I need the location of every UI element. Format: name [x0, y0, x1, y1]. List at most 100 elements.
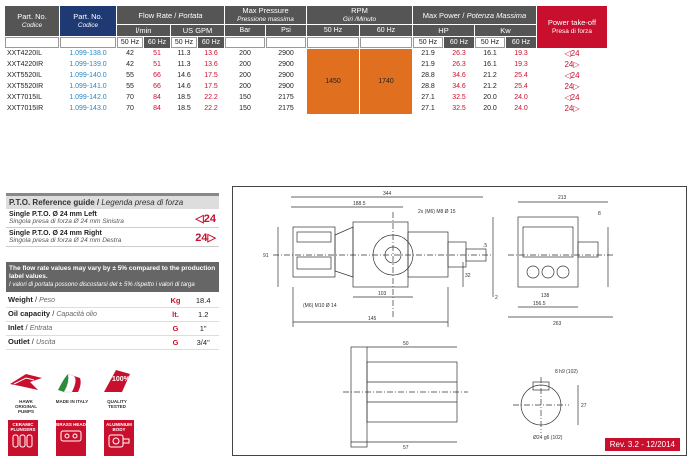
cell-hp60: 26.3 [452, 61, 466, 68]
dim-138: 138 [541, 293, 550, 299]
cell-g60: 22.2 [204, 105, 218, 112]
cell-part: 1.099-142.0 [69, 94, 107, 101]
part-no-2-header: Part. No. Codice [60, 6, 116, 36]
cell-bar: 200 [239, 50, 251, 57]
dim-32: 32 [465, 273, 471, 279]
cell-l60: 84 [153, 105, 161, 112]
cell-part: 1.099-141.0 [69, 83, 107, 90]
spec-table: Part. No. Codice Part. No. Codice Flow Rat… [4, 5, 608, 115]
dim-145: 145 [368, 316, 377, 322]
cell-bar: 200 [239, 83, 251, 90]
gpm-50hz: 50 Hz [171, 37, 197, 48]
cell-code: XXT4220IL [7, 50, 43, 57]
cell-kw50: 16.1 [483, 50, 497, 57]
pto-reference-guide: P.T.O. Reference guide / Legenda presa d… [6, 193, 219, 247]
cell-bar: 200 [239, 72, 251, 79]
cell-g50: 14.6 [177, 83, 191, 90]
property-row: Inlet / Entrata G 1" [6, 321, 219, 336]
cell-code: XXT7015IR [7, 105, 44, 112]
dim-344: 344 [383, 191, 392, 197]
property-value: 3/4" [187, 335, 219, 350]
cell-code: XXT4220IR [7, 61, 44, 68]
cell-g60: 13.6 [204, 50, 218, 57]
cell-g60: 13.6 [204, 61, 218, 68]
property-label: Inlet [8, 323, 24, 332]
max-pressure-header: Max Pressure Pressione massima [225, 6, 306, 24]
cell-code: XXT5520IL [7, 72, 43, 79]
cell-psi: 2900 [278, 83, 294, 90]
cell-hp60: 26.3 [452, 50, 466, 57]
cell-kw60: 24.0 [514, 94, 528, 101]
kw-50hz: 50 Hz [475, 37, 505, 48]
dim-188: 188.5 [353, 201, 366, 207]
dim-50: 50 [403, 341, 409, 347]
cell-hp50: 21.9 [421, 50, 435, 57]
cell-kw50: 20.0 [483, 94, 497, 101]
cell-kw60: 19.3 [514, 61, 528, 68]
property-label: Weight [8, 295, 33, 304]
table-row: XXT5520IR 1.099-141.0 55 66 14.6 17.5 200 2900 2… [5, 82, 607, 92]
cell-kw50: 16.1 [483, 61, 497, 68]
flow-rate-note: The flow rate values may vary by ± 5% co… [6, 262, 219, 292]
cell-hp50: 28.8 [421, 72, 435, 79]
badge-ceramic: CERAMIC PLUNGERS [8, 420, 38, 456]
cell-kw60: 25.4 [514, 83, 528, 90]
cell-l50: 55 [126, 72, 134, 79]
cell-part: 1.099-139.0 [69, 61, 107, 68]
dim-m10: (M6) M10 Ø 14 [303, 303, 337, 309]
cell-kw50: 21.2 [483, 83, 497, 90]
brass-head-icon [60, 430, 82, 442]
cell-l50: 70 [126, 105, 134, 112]
cell-l60: 66 [153, 72, 161, 79]
hp-header: HP [413, 25, 474, 36]
dim-2: 2 [495, 295, 498, 301]
hp-50hz: 50 Hz [413, 37, 443, 48]
table-row: XXT4220IL 1.099-138.0 42 51 11.3 13.6 200 2900 1… [5, 49, 607, 114]
part-no-header: Part. No. Codice [5, 6, 59, 36]
cell-l60: 51 [153, 61, 161, 68]
psi-header: Psi [266, 25, 306, 36]
cell-l50: 55 [126, 83, 134, 90]
cell-g60: 17.5 [204, 83, 218, 90]
lmin-60hz: 60 Hz [144, 37, 170, 48]
badge-italy: MADE IN ITALY [54, 370, 90, 404]
property-value: 1.2 [187, 307, 219, 322]
cell-hp60: 32.5 [452, 105, 466, 112]
properties-table: Weight / Peso Kg 18.4 Oil capacity / Capa… [6, 294, 219, 350]
property-label: Outlet [8, 337, 30, 346]
plungers-icon [12, 434, 33, 448]
property-unit: lt. [163, 307, 188, 322]
cell-psi: 2900 [278, 72, 294, 79]
hawk-logo-icon [10, 374, 42, 390]
cell-psi: 2900 [278, 61, 294, 68]
dim-57: 57 [403, 445, 409, 451]
cell-l60: 51 [153, 50, 161, 57]
property-label-it: Uscita [35, 339, 56, 346]
cell-kw60: 24.0 [514, 105, 528, 112]
property-label: Oil capacity [8, 309, 51, 318]
cell-bar: 150 [239, 94, 251, 101]
pto-right-symbol: 24▷ [195, 231, 216, 244]
cell-bar: 150 [239, 105, 251, 112]
pto-left-row: Single P.T.O. Ø 24 mm Left Singola presa … [6, 209, 219, 228]
cell-code: XXT7015IL [7, 94, 43, 101]
dim-8: 8 [598, 211, 601, 217]
property-label-it: Entrata [29, 325, 53, 332]
hp-60hz: 60 Hz [444, 37, 474, 48]
property-value: 1" [187, 321, 219, 336]
dim-263: 263 [553, 321, 562, 327]
cell-l50: 42 [126, 61, 134, 68]
property-row: Weight / Peso Kg 18.4 [6, 294, 219, 308]
cell-l50: 70 [126, 94, 134, 101]
cell-pto: ◁24 [564, 49, 580, 58]
cell-g50: 18.5 [177, 105, 191, 112]
pto-left-symbol: ◁24 [195, 212, 216, 225]
usgpm-header: US GPM [171, 25, 224, 36]
property-row: Outlet / Uscita G 3/4" [6, 335, 219, 350]
property-label-it: Capacità olio [56, 311, 97, 318]
cell-l50: 42 [126, 50, 134, 57]
cell-psi: 2175 [278, 94, 294, 101]
pto-guide-title: P.T.O. Reference guide / Legenda presa d… [6, 193, 219, 209]
rpm-60hz-header: 60 Hz [360, 25, 412, 36]
property-label-it: Peso [39, 297, 56, 304]
